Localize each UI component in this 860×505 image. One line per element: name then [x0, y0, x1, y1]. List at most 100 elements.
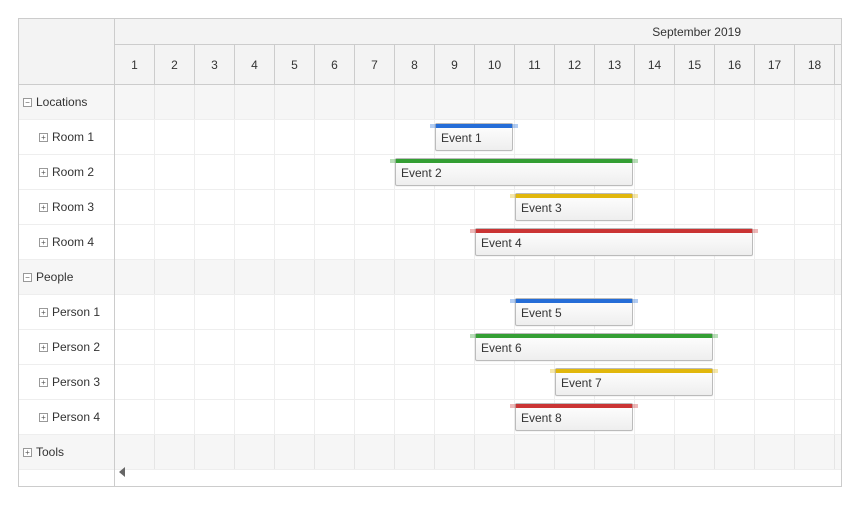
day-header-cell[interactable]: 9	[435, 45, 475, 85]
expand-icon[interactable]: +	[39, 133, 48, 142]
day-header-cell[interactable]: 13	[595, 45, 635, 85]
timeline-grid: September 2019 1234567891011121314151617…	[115, 19, 841, 486]
tree-group[interactable]: −People	[19, 260, 114, 295]
timeline-row[interactable]: Event 1	[115, 120, 841, 155]
day-header-cell[interactable]: 12	[555, 45, 595, 85]
day-header-cell[interactable]: 14	[635, 45, 675, 85]
timeline-cell	[755, 435, 795, 469]
timeline-cell	[755, 260, 795, 294]
timeline-cell	[555, 120, 595, 154]
tree-item[interactable]: +Person 1	[19, 295, 114, 330]
event[interactable]: Event 5	[515, 298, 633, 326]
event[interactable]: Event 2	[395, 158, 633, 186]
event[interactable]: Event 4	[475, 228, 753, 256]
day-header-cell[interactable]: 10	[475, 45, 515, 85]
expand-icon[interactable]: +	[39, 203, 48, 212]
day-header-cell[interactable]: 11	[515, 45, 555, 85]
timeline-cell	[515, 435, 555, 469]
timeline-cell	[715, 85, 755, 119]
event-color-bar	[516, 404, 632, 408]
timeline-cell	[115, 260, 155, 294]
timeline-cell	[195, 155, 235, 189]
event[interactable]: Event 1	[435, 123, 513, 151]
timeline-row[interactable]: Event 4	[115, 225, 841, 260]
timeline-cell	[155, 365, 195, 399]
timeline-cell	[275, 120, 315, 154]
day-header-cell[interactable]: 18	[795, 45, 835, 85]
timeline-cell	[635, 260, 675, 294]
timeline-cell	[195, 400, 235, 434]
day-number-row: 123456789101112131415161718	[115, 45, 841, 85]
day-header-cell[interactable]: 3	[195, 45, 235, 85]
tree-item[interactable]: +Room 4	[19, 225, 114, 260]
tree-item[interactable]: +Room 1	[19, 120, 114, 155]
timeline-cell	[435, 400, 475, 434]
timeline-cell	[195, 435, 235, 469]
day-header-cell[interactable]: 6	[315, 45, 355, 85]
day-header-cell[interactable]: 4	[235, 45, 275, 85]
expand-icon[interactable]: +	[39, 413, 48, 422]
day-header-cell[interactable]: 15	[675, 45, 715, 85]
day-header-cell[interactable]: 2	[155, 45, 195, 85]
timeline-group-row[interactable]	[115, 260, 841, 295]
timeline-cell	[395, 435, 435, 469]
tree-item[interactable]: +Person 3	[19, 365, 114, 400]
tree-item[interactable]: +Person 2	[19, 330, 114, 365]
timeline-cell	[235, 365, 275, 399]
timeline-cell	[715, 400, 755, 434]
timeline-row[interactable]: Event 7	[115, 365, 841, 400]
day-header-cell[interactable]: 8	[395, 45, 435, 85]
day-header-cell[interactable]: 16	[715, 45, 755, 85]
event[interactable]: Event 7	[555, 368, 713, 396]
timeline-cell	[395, 400, 435, 434]
timeline-group-row[interactable]	[115, 85, 841, 120]
tree-item[interactable]: +Room 2	[19, 155, 114, 190]
event-color-bar	[556, 369, 712, 373]
horizontal-scroll-left[interactable]	[119, 466, 125, 480]
timeline-cell	[275, 225, 315, 259]
timeline-group-row[interactable]	[115, 435, 841, 470]
timeline-cell	[155, 400, 195, 434]
timeline-cell	[115, 120, 155, 154]
timeline-cell	[475, 400, 515, 434]
timeline-cell	[235, 190, 275, 224]
expand-icon[interactable]: +	[39, 168, 48, 177]
timeline-cell	[195, 330, 235, 364]
timeline-row[interactable]: Event 6	[115, 330, 841, 365]
event[interactable]: Event 3	[515, 193, 633, 221]
timeline-header: September 2019 1234567891011121314151617…	[115, 19, 841, 85]
expand-icon[interactable]: +	[39, 378, 48, 387]
collapse-icon[interactable]: −	[23, 273, 32, 282]
day-header-cell[interactable]: 1	[115, 45, 155, 85]
event[interactable]: Event 8	[515, 403, 633, 431]
expand-icon[interactable]: +	[23, 448, 32, 457]
tree-item[interactable]: +Room 3	[19, 190, 114, 225]
timeline-row[interactable]: Event 3	[115, 190, 841, 225]
timeline-row[interactable]: Event 8	[115, 400, 841, 435]
timeline-cell	[155, 435, 195, 469]
day-header-cell[interactable]: 5	[275, 45, 315, 85]
timeline-cell	[675, 155, 715, 189]
collapse-icon[interactable]: −	[23, 98, 32, 107]
timeline-cell	[675, 295, 715, 329]
timeline-row[interactable]: Event 5	[115, 295, 841, 330]
timeline-cell	[115, 330, 155, 364]
timeline-cell	[515, 260, 555, 294]
tree-group[interactable]: −Locations	[19, 85, 114, 120]
timeline-cell	[395, 260, 435, 294]
timeline-cell	[155, 85, 195, 119]
expand-icon[interactable]: +	[39, 343, 48, 352]
event[interactable]: Event 6	[475, 333, 713, 361]
expand-icon[interactable]: +	[39, 238, 48, 247]
day-header-cell[interactable]: 17	[755, 45, 795, 85]
timeline-row[interactable]: Event 2	[115, 155, 841, 190]
day-header-cell[interactable]: 7	[355, 45, 395, 85]
timeline-cell	[475, 260, 515, 294]
timeline-cell	[395, 330, 435, 364]
expand-icon[interactable]: +	[39, 308, 48, 317]
timeline-cell	[435, 190, 475, 224]
tree-group[interactable]: +Tools	[19, 435, 114, 470]
timeline-cell	[235, 155, 275, 189]
timeline-cell	[755, 295, 795, 329]
tree-item[interactable]: +Person 4	[19, 400, 114, 435]
